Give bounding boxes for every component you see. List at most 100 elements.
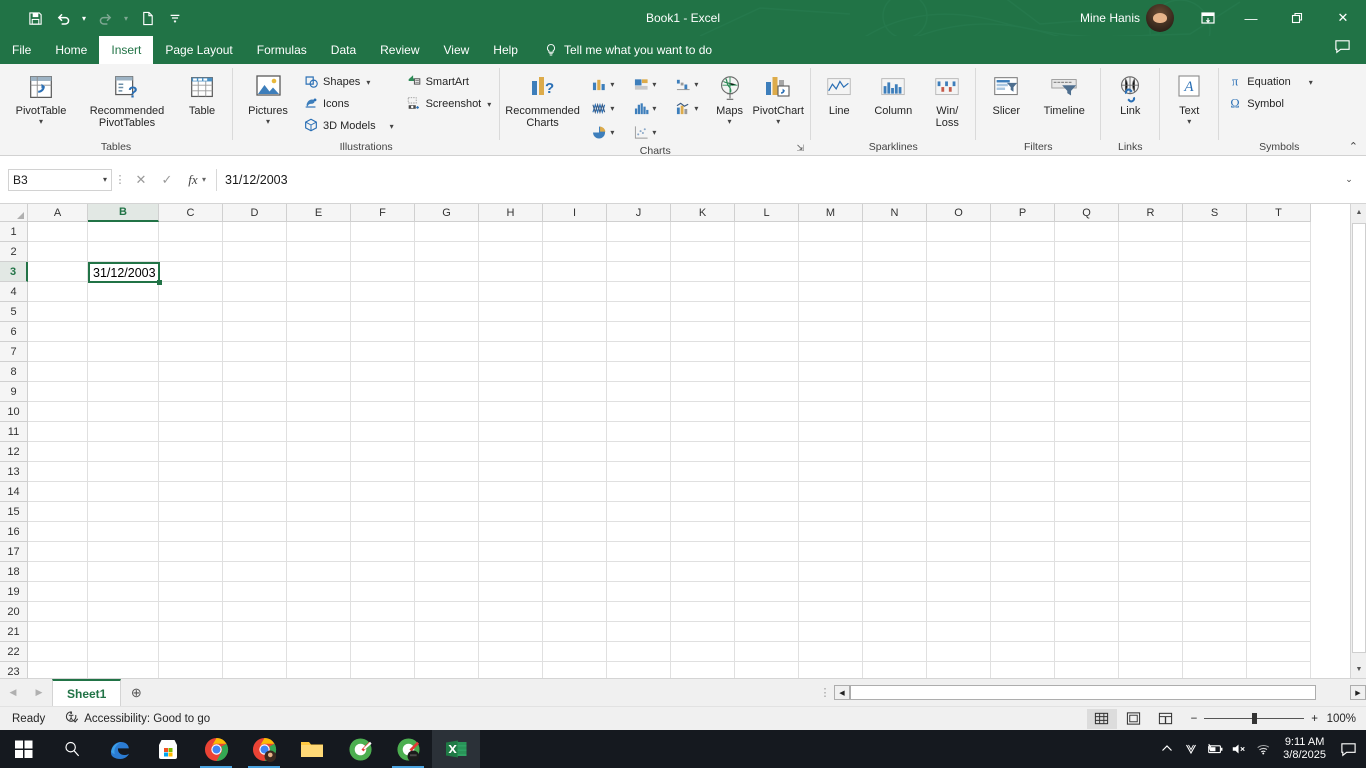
cell-I13[interactable] <box>543 462 607 482</box>
row-header-1[interactable]: 1 <box>0 222 28 242</box>
cell-H8[interactable] <box>479 362 543 382</box>
cell-A23[interactable] <box>28 662 88 678</box>
cell-M6[interactable] <box>799 322 863 342</box>
column-header-m[interactable]: M <box>799 204 863 222</box>
cell-H11[interactable] <box>479 422 543 442</box>
cell-T1[interactable] <box>1247 222 1311 242</box>
cell-E8[interactable] <box>287 362 351 382</box>
cell-A19[interactable] <box>28 582 88 602</box>
chrome-profile-app[interactable] <box>240 730 288 768</box>
column-header-l[interactable]: L <box>735 204 799 222</box>
cell-F16[interactable] <box>351 522 415 542</box>
cell-D5[interactable] <box>223 302 287 322</box>
cell-J8[interactable] <box>607 362 671 382</box>
cell-G21[interactable] <box>415 622 479 642</box>
cell-H14[interactable] <box>479 482 543 502</box>
cell-R17[interactable] <box>1119 542 1183 562</box>
cell-L9[interactable] <box>735 382 799 402</box>
cell-R22[interactable] <box>1119 642 1183 662</box>
cell-P18[interactable] <box>991 562 1055 582</box>
cell-L4[interactable] <box>735 282 799 302</box>
name-box[interactable]: B3 ▾ <box>8 168 112 191</box>
cell-C15[interactable] <box>159 502 223 522</box>
cell-E22[interactable] <box>287 642 351 662</box>
cell-T12[interactable] <box>1247 442 1311 462</box>
cell-C4[interactable] <box>159 282 223 302</box>
cell-L6[interactable] <box>735 322 799 342</box>
cell-E6[interactable] <box>287 322 351 342</box>
cell-M1[interactable] <box>799 222 863 242</box>
sparkline-win-loss-button[interactable]: Win/ Loss <box>924 68 970 129</box>
cell-K5[interactable] <box>671 302 735 322</box>
cell-D6[interactable] <box>223 322 287 342</box>
cell-C17[interactable] <box>159 542 223 562</box>
cell-Q4[interactable] <box>1055 282 1119 302</box>
cell-F7[interactable] <box>351 342 415 362</box>
cell-E17[interactable] <box>287 542 351 562</box>
cell-N19[interactable] <box>863 582 927 602</box>
tell-me-box[interactable]: Tell me what you want to do <box>530 36 712 64</box>
cell-G13[interactable] <box>415 462 479 482</box>
cell-G16[interactable] <box>415 522 479 542</box>
cell-B22[interactable] <box>88 642 159 662</box>
cell-S18[interactable] <box>1183 562 1247 582</box>
cell-T21[interactable] <box>1247 622 1311 642</box>
chrome-app[interactable] <box>192 730 240 768</box>
cell-O18[interactable] <box>927 562 991 582</box>
cell-S2[interactable] <box>1183 242 1247 262</box>
cell-G3[interactable] <box>415 262 479 282</box>
cell-C7[interactable] <box>159 342 223 362</box>
cell-T7[interactable] <box>1247 342 1311 362</box>
cell-S21[interactable] <box>1183 622 1247 642</box>
cell-A10[interactable] <box>28 402 88 422</box>
cell-D10[interactable] <box>223 402 287 422</box>
cell-I20[interactable] <box>543 602 607 622</box>
cell-C1[interactable] <box>159 222 223 242</box>
cell-B14[interactable] <box>88 482 159 502</box>
text-dropdown-icon[interactable]: ▾ <box>1187 117 1191 126</box>
row-header-14[interactable]: 14 <box>0 482 28 502</box>
cell-S13[interactable] <box>1183 462 1247 482</box>
cell-F9[interactable] <box>351 382 415 402</box>
cell-T16[interactable] <box>1247 522 1311 542</box>
cell-O1[interactable] <box>927 222 991 242</box>
cell-C9[interactable] <box>159 382 223 402</box>
cell-K18[interactable] <box>671 562 735 582</box>
cell-C12[interactable] <box>159 442 223 462</box>
cell-H10[interactable] <box>479 402 543 422</box>
cell-L23[interactable] <box>735 662 799 678</box>
row-header-22[interactable]: 22 <box>0 642 28 662</box>
cell-Q12[interactable] <box>1055 442 1119 462</box>
cell-A11[interactable] <box>28 422 88 442</box>
cell-D22[interactable] <box>223 642 287 662</box>
cell-P23[interactable] <box>991 662 1055 678</box>
cell-I1[interactable] <box>543 222 607 242</box>
cell-E15[interactable] <box>287 502 351 522</box>
cell-G10[interactable] <box>415 402 479 422</box>
cell-E18[interactable] <box>287 562 351 582</box>
tab-help[interactable]: Help <box>481 36 530 64</box>
cell-S9[interactable] <box>1183 382 1247 402</box>
cell-J15[interactable] <box>607 502 671 522</box>
cell-I23[interactable] <box>543 662 607 678</box>
cell-L15[interactable] <box>735 502 799 522</box>
cell-O10[interactable] <box>927 402 991 422</box>
cell-I10[interactable] <box>543 402 607 422</box>
normal-view-button[interactable] <box>1086 708 1117 729</box>
column-header-h[interactable]: H <box>479 204 543 222</box>
cell-Q22[interactable] <box>1055 642 1119 662</box>
excel-app[interactable] <box>432 730 480 768</box>
cell-G5[interactable] <box>415 302 479 322</box>
cell-P11[interactable] <box>991 422 1055 442</box>
cell-O6[interactable] <box>927 322 991 342</box>
cell-K19[interactable] <box>671 582 735 602</box>
cell-S8[interactable] <box>1183 362 1247 382</box>
cell-R8[interactable] <box>1119 362 1183 382</box>
cell-P13[interactable] <box>991 462 1055 482</box>
cell-L11[interactable] <box>735 422 799 442</box>
cell-Q7[interactable] <box>1055 342 1119 362</box>
vertical-scroll-thumb[interactable] <box>1352 223 1366 653</box>
cell-A13[interactable] <box>28 462 88 482</box>
combo-chart-dropdown-icon[interactable]: ▾ <box>694 104 698 113</box>
cell-N7[interactable] <box>863 342 927 362</box>
